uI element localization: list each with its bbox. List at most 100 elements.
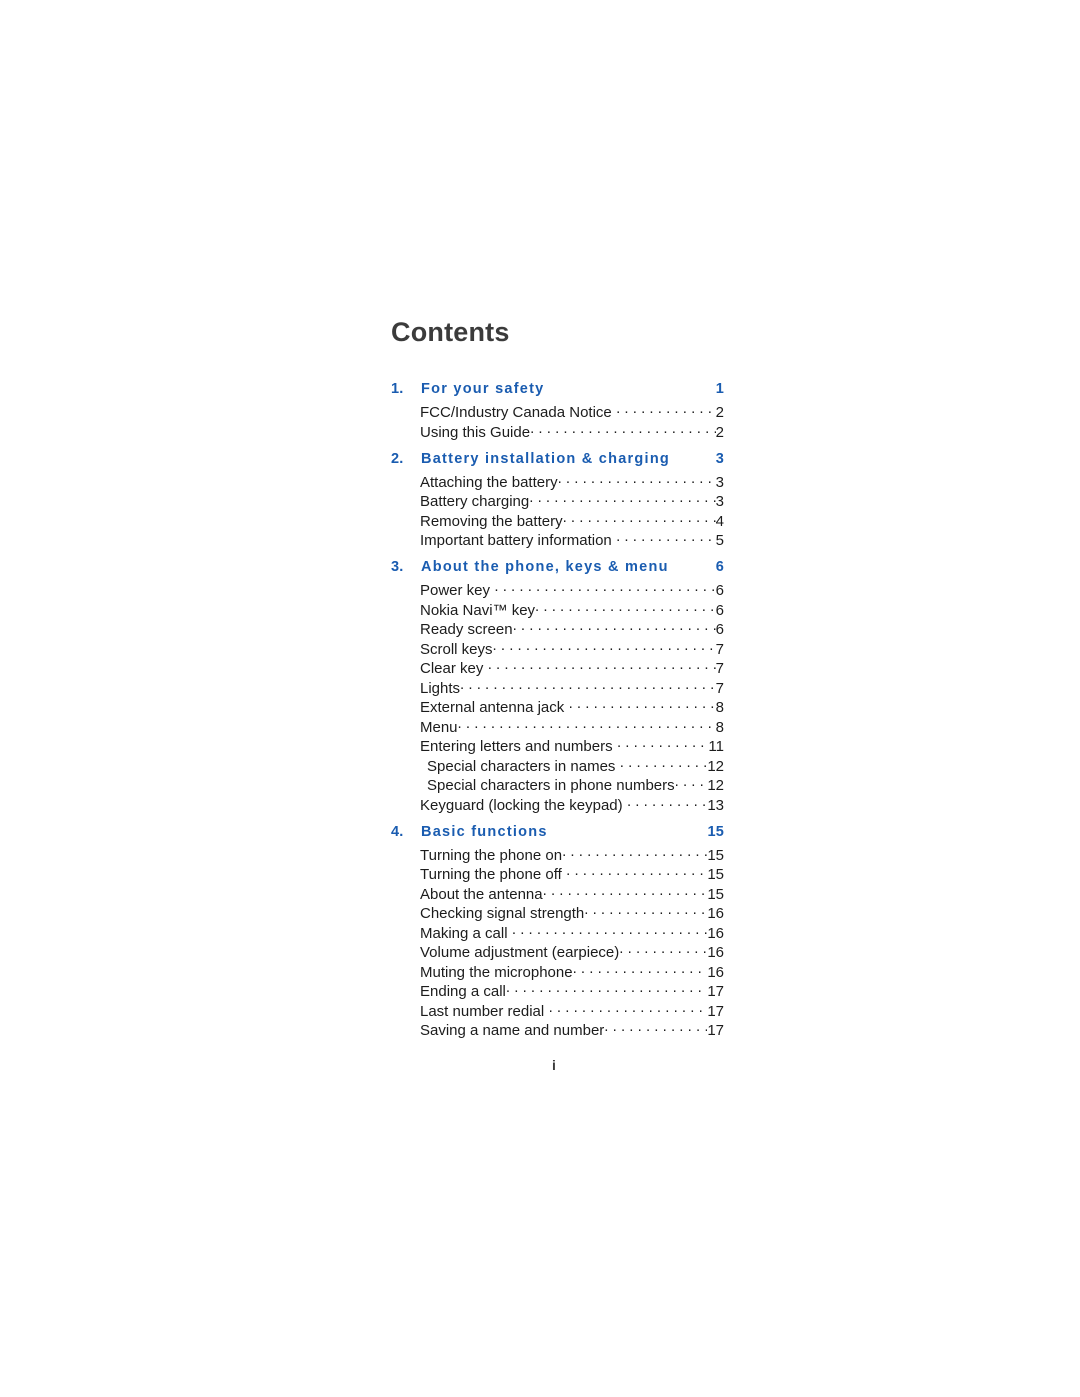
toc-dot-leader	[563, 511, 716, 526]
toc-entry-row[interactable]: Ending a call 17	[391, 981, 724, 1001]
toc-entry-row[interactable]: About the antenna 15	[391, 884, 724, 904]
toc-entry-label: Using this Guide	[420, 423, 531, 441]
toc-dot-leader	[530, 422, 716, 437]
toc-entry-label: Important battery information	[420, 532, 612, 549]
toc-entry-page-number: 3	[715, 493, 724, 510]
toc-dot-leader	[490, 580, 716, 595]
toc-chapter-row[interactable]: 2. Battery installation & charging 3	[391, 451, 724, 471]
toc-entry-row[interactable]: Special characters in names 12	[391, 756, 724, 776]
toc-chapter-number: 2.	[391, 450, 404, 467]
toc-entry-label: Keyguard (locking the keypad)	[420, 796, 623, 814]
toc-entry-page-number: 3	[715, 473, 724, 491]
toc-entry-page-number: 12	[707, 777, 724, 794]
toc-entry-page-number: 13	[707, 796, 724, 814]
toc-entry-page-number: 5	[715, 532, 724, 549]
toc-entry-label: Clear key	[420, 660, 484, 677]
toc-dot-leader	[615, 756, 707, 771]
toc-entry-row[interactable]: Clear key 7	[391, 658, 724, 678]
toc-dot-leader	[483, 658, 715, 673]
toc-entry-row[interactable]: Using this Guide 2	[391, 422, 724, 442]
toc-entry-label: External antenna jack	[420, 699, 565, 716]
toc-entry-row[interactable]: Scroll keys 7	[391, 639, 724, 659]
toc-entry-label: Lights	[420, 679, 461, 697]
toc-entry-label: Battery charging	[420, 493, 530, 510]
toc-entry-label: About the antenna	[420, 885, 543, 903]
toc-entry-row[interactable]: Saving a name and number 17	[391, 1020, 724, 1040]
toc-chapter-group: 4. Basic functions 15 Turning the phone on 1…	[391, 824, 724, 1040]
toc-entry-row[interactable]: Entering letters and numbers 11	[391, 736, 724, 756]
toc-dot-leader	[564, 697, 715, 712]
toc-entry-page-number: 15	[707, 885, 724, 903]
toc-entry-row[interactable]: Making a call 16	[391, 923, 724, 943]
toc-chapter-page-number: 3	[715, 450, 724, 467]
toc-entry-page-number: 7	[715, 660, 724, 677]
toc-entry-row[interactable]: External antenna jack 8	[391, 697, 724, 717]
toc-entry-page-number: 16	[707, 944, 724, 961]
toc-chapter-row[interactable]: 3. About the phone, keys & menu 6	[391, 559, 724, 579]
toc-chapter-number: 1.	[391, 381, 404, 397]
toc-entry-row[interactable]: FCC/Industry Canada Notice 2	[391, 402, 724, 422]
toc-entry-row[interactable]: Battery charging 3	[391, 491, 724, 511]
toc-dot-leader	[573, 962, 708, 977]
page-title: Contents	[391, 317, 510, 347]
table-of-contents: 1. For your safety 1 FCC/Industry Canada No…	[391, 381, 724, 1040]
toc-chapter-title[interactable]: Battery installation & charging	[421, 451, 702, 467]
toc-entry-row[interactable]: Nokia Navi™ key 6	[391, 600, 724, 620]
toc-entry-page-number: 2	[715, 423, 724, 441]
toc-dot-leader	[513, 619, 716, 634]
toc-entry-row[interactable]: Menu 8	[391, 717, 724, 737]
toc-chapter-title[interactable]: Basic functions	[421, 824, 702, 840]
toc-entry-page-number: 6	[715, 601, 724, 619]
toc-entry-row[interactable]: Attaching the battery 3	[391, 472, 724, 492]
toc-dot-leader	[623, 795, 708, 810]
toc-dot-leader	[612, 530, 716, 545]
page-number-folio: i	[0, 1057, 1080, 1073]
toc-entry-label: Turning the phone on	[420, 846, 563, 864]
toc-dot-leader	[584, 903, 707, 918]
folio-value: i	[552, 1057, 556, 1073]
toc-chapter-number: 4.	[391, 823, 404, 840]
toc-entry-row[interactable]: Muting the microphone 16	[391, 962, 724, 982]
toc-entry-row[interactable]: Volume adjustment (earpiece) 16	[391, 942, 724, 962]
toc-entry-row[interactable]: Turning the phone on 15	[391, 845, 724, 865]
toc-entry-row[interactable]: Removing the battery 4	[391, 511, 724, 531]
toc-dot-leader	[675, 775, 708, 790]
toc-chapter-page-number: 1	[715, 381, 724, 397]
toc-entry-label: Saving a name and number	[420, 1022, 605, 1039]
toc-entry-row[interactable]: Important battery information 5	[391, 530, 724, 550]
toc-entry-page-number: 16	[707, 963, 724, 981]
toc-entry-row[interactable]: Checking signal strength 16	[391, 903, 724, 923]
toc-entry-row[interactable]: Special characters in phone numbers 12	[391, 775, 724, 795]
toc-entry-page-number: 7	[715, 640, 724, 658]
toc-dot-leader	[493, 639, 716, 654]
toc-dot-leader	[544, 1001, 707, 1016]
toc-chapter-row[interactable]: 4. Basic functions 15	[391, 824, 724, 844]
toc-entry-page-number: 11	[708, 738, 724, 755]
toc-entry-label: Entering letters and numbers	[420, 738, 613, 755]
toc-entry-row[interactable]: Last number redial 17	[391, 1001, 724, 1021]
toc-chapter-row[interactable]: 1. For your safety 1	[391, 381, 724, 401]
toc-entry-page-number: 7	[715, 679, 724, 697]
toc-dot-leader	[612, 402, 716, 417]
toc-entry-row[interactable]: Power key 6	[391, 580, 724, 600]
toc-entry-row[interactable]: Keyguard (locking the keypad) 13	[391, 795, 724, 815]
toc-entry-page-number: 15	[707, 846, 724, 864]
toc-entry-label: Turning the phone off	[420, 866, 562, 883]
toc-dot-leader	[543, 884, 708, 899]
toc-entry-label: FCC/Industry Canada Notice	[420, 404, 612, 421]
toc-chapter-title[interactable]: About the phone, keys & menu	[421, 559, 702, 575]
toc-entry-page-number: 8	[715, 718, 724, 736]
toc-chapter-title[interactable]: For your safety	[421, 381, 702, 397]
toc-entry-row[interactable]: Lights 7	[391, 678, 724, 698]
toc-dot-leader	[529, 491, 715, 506]
toc-entry-page-number: 4	[715, 512, 724, 530]
toc-entry-row[interactable]: Turning the phone off 15	[391, 864, 724, 884]
toc-dot-leader	[506, 981, 707, 996]
toc-entry-label: Power key	[420, 582, 491, 599]
toc-entry-page-number: 8	[715, 699, 724, 716]
toc-entry-row[interactable]: Ready screen 6	[391, 619, 724, 639]
toc-entry-label: Last number redial	[420, 1002, 545, 1020]
toc-entry-label: Ready screen	[420, 621, 513, 638]
toc-dot-leader	[558, 472, 716, 487]
toc-dot-leader	[613, 736, 709, 751]
